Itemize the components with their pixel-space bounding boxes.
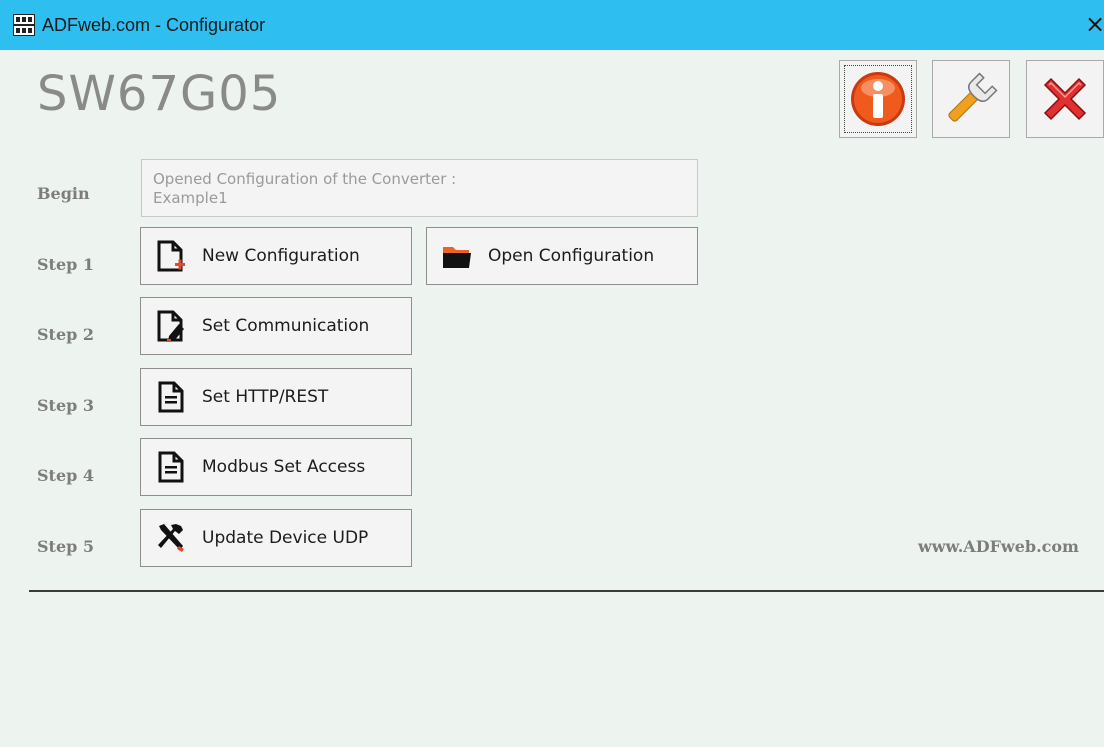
step-4-label: Step 4 xyxy=(37,466,95,485)
set-http-rest-button[interactable]: Set HTTP/REST xyxy=(140,368,412,426)
new-configuration-button[interactable]: New Configuration xyxy=(140,227,412,285)
step-3-label: Step 3 xyxy=(37,396,95,415)
exit-button[interactable] xyxy=(1026,60,1104,138)
open-configuration-label: Open Configuration xyxy=(488,246,655,266)
window-title: ADFweb.com - Configurator xyxy=(42,15,266,35)
folder-icon xyxy=(443,247,471,268)
update-device-udp-label: Update Device UDP xyxy=(202,528,369,548)
divider-line xyxy=(29,590,1104,592)
title-bar: ADFweb.com - Configurator × xyxy=(0,0,1104,50)
set-communication-label: Set Communication xyxy=(202,316,370,336)
info-line-1: Opened Configuration of the Converter : xyxy=(153,170,457,188)
document-icon xyxy=(158,451,184,483)
edit-file-icon xyxy=(157,310,184,342)
adfweb-app-icon xyxy=(13,14,35,36)
new-configuration-label: New Configuration xyxy=(202,246,360,266)
product-title: SW67G05 xyxy=(37,66,282,122)
wrench-icon xyxy=(948,72,998,122)
red-x-icon xyxy=(1043,77,1087,121)
window-close-icon[interactable]: × xyxy=(1085,11,1104,37)
info-button[interactable] xyxy=(839,60,917,138)
tools-icon xyxy=(158,524,184,552)
step-1-label: Step 1 xyxy=(37,255,95,274)
update-device-udp-button[interactable]: Update Device UDP xyxy=(140,509,412,567)
info-icon xyxy=(851,72,905,126)
set-communication-button[interactable]: Set Communication xyxy=(140,297,412,355)
step-5-label: Step 5 xyxy=(37,537,95,556)
modbus-set-access-label: Modbus Set Access xyxy=(202,457,366,477)
set-http-rest-label: Set HTTP/REST xyxy=(202,387,329,407)
begin-label: Begin xyxy=(37,184,90,203)
modbus-set-access-button[interactable]: Modbus Set Access xyxy=(140,438,412,496)
new-file-icon xyxy=(157,240,185,272)
opened-config-info: Opened Configuration of the Converter : … xyxy=(141,159,698,217)
info-line-2: Example1 xyxy=(153,189,228,207)
settings-button[interactable] xyxy=(932,60,1010,138)
step-2-label: Step 2 xyxy=(37,325,95,344)
open-configuration-button[interactable]: Open Configuration xyxy=(426,227,698,285)
document-icon xyxy=(158,381,184,413)
website-link[interactable]: www.ADFweb.com xyxy=(918,537,1079,556)
